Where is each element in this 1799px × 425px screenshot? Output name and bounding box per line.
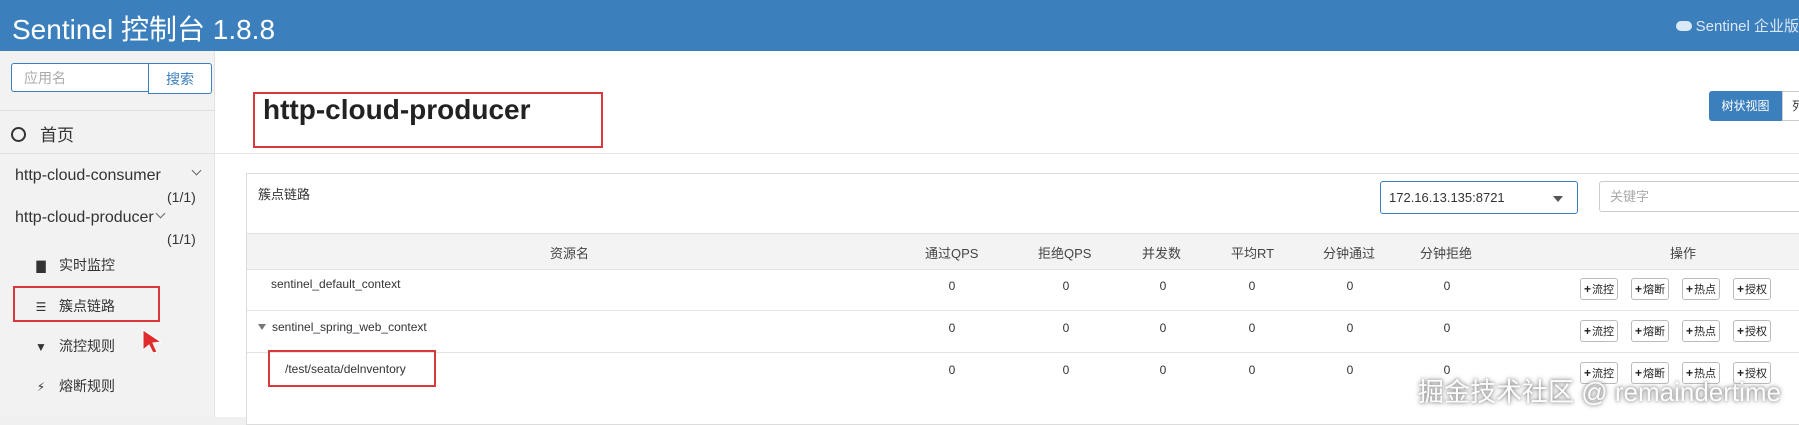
- pass-qps-value: 0: [948, 363, 956, 377]
- block-qps-value: 0: [1062, 321, 1070, 335]
- sidebar-item-home[interactable]: 首页: [11, 121, 74, 146]
- row-divider: [247, 310, 1799, 311]
- table-header: [247, 233, 1799, 270]
- enterprise-label: Sentinel 企业版: [1695, 18, 1799, 35]
- action-label: 流控: [1592, 284, 1615, 296]
- minute-pass-value: 0: [1346, 363, 1354, 377]
- avg-rt-value: 0: [1248, 363, 1256, 377]
- highlight-box: [253, 92, 603, 148]
- app-machine-count: (1/1): [167, 231, 196, 247]
- concurrency-value: 0: [1159, 321, 1167, 335]
- degrade-rule-button[interactable]: +熔断: [1631, 278, 1670, 300]
- col-block-qps: 拒绝QPS: [1038, 246, 1092, 261]
- top-bar: Sentinel 控制台 1.8.8 Sentinel 企业版: [0, 0, 1799, 51]
- sidebar-divider: [0, 110, 214, 111]
- bolt-icon: ⚡: [36, 380, 46, 394]
- concurrency-value: 0: [1159, 279, 1167, 293]
- sidebar-item-degrade-rules[interactable]: ⚡ 熔断规则: [35, 376, 115, 396]
- col-pass-qps: 通过QPS: [925, 246, 979, 261]
- minute-block-value: 0: [1443, 321, 1451, 335]
- resource-name: sentinel_default_context: [271, 277, 401, 291]
- col-minute-pass: 分钟通过: [1323, 246, 1376, 261]
- keyword-input[interactable]: [1599, 181, 1799, 212]
- authority-rule-button[interactable]: +授权: [1733, 320, 1772, 342]
- sidebar-app-consumer[interactable]: http-cloud-consumer: [15, 167, 161, 185]
- sidebar-item-flow-rules[interactable]: ▼ 流控规则: [35, 336, 115, 356]
- minute-pass-value: 0: [1346, 321, 1354, 335]
- app-search: 搜索: [11, 63, 212, 94]
- action-label: 授权: [1745, 326, 1768, 338]
- sidebar-item-realtime-monitor[interactable]: ▇ 实时监控: [35, 255, 115, 275]
- panel-title: 簇点链路: [258, 187, 311, 202]
- row-divider: [247, 352, 1799, 353]
- menu-label: 流控规则: [59, 338, 115, 354]
- list-view-button[interactable]: 列: [1782, 91, 1799, 121]
- col-concurrency: 并发数: [1142, 246, 1182, 261]
- avg-rt-value: 0: [1248, 279, 1256, 293]
- search-button[interactable]: 搜索: [148, 63, 212, 94]
- col-avg-rt: 平均RT: [1231, 246, 1275, 261]
- tree-view-button[interactable]: 树状视图: [1709, 91, 1782, 121]
- col-resource-name: 资源名: [550, 246, 590, 261]
- authority-rule-button[interactable]: +授权: [1733, 278, 1772, 300]
- caret-down-icon[interactable]: [258, 323, 266, 330]
- highlight-box: [13, 286, 160, 322]
- filter-icon: ▼: [35, 340, 47, 354]
- action-label: 熔断: [1643, 326, 1666, 338]
- menu-label: 实时监控: [59, 257, 115, 273]
- col-minute-block: 分钟拒绝: [1420, 246, 1473, 261]
- flow-rule-button[interactable]: +流控: [1580, 320, 1619, 342]
- col-actions: 操作: [1670, 246, 1697, 261]
- header-divider: [215, 153, 1799, 154]
- caret-down-icon: [1553, 196, 1563, 202]
- sidebar-app-producer[interactable]: http-cloud-producer: [15, 209, 154, 227]
- home-label: 首页: [40, 126, 74, 145]
- minute-pass-value: 0: [1346, 279, 1354, 293]
- concurrency-value: 0: [1159, 363, 1167, 377]
- cursor-arrow-icon: [142, 329, 163, 354]
- app-machine-count: (1/1): [167, 189, 196, 205]
- resource-name[interactable]: sentinel_spring_web_context: [258, 320, 427, 334]
- degrade-rule-button[interactable]: +熔断: [1631, 320, 1670, 342]
- action-label: 熔断: [1643, 284, 1666, 296]
- action-label: 流控: [1592, 326, 1615, 338]
- highlight-box: [268, 350, 436, 387]
- avg-rt-value: 0: [1248, 321, 1256, 335]
- machine-select[interactable]: 172.16.13.135:8721: [1380, 181, 1578, 214]
- app-search-input[interactable]: [11, 63, 148, 92]
- dashboard-icon: [11, 127, 26, 143]
- sidebar-divider: [0, 153, 214, 154]
- watermark: 掘金技术社区 @ remaindertime: [1418, 377, 1782, 407]
- cloud-icon: [1675, 21, 1692, 32]
- block-qps-value: 0: [1062, 363, 1070, 377]
- minute-block-value: 0: [1443, 279, 1451, 293]
- flow-rule-button[interactable]: +流控: [1580, 278, 1619, 300]
- block-qps-value: 0: [1062, 279, 1070, 293]
- enterprise-link[interactable]: Sentinel 企业版: [1675, 15, 1799, 36]
- action-label: 热点: [1694, 284, 1717, 296]
- action-label: 热点: [1694, 326, 1717, 338]
- bar-chart-icon: ▇: [36, 259, 46, 273]
- hotspot-rule-button[interactable]: +热点: [1682, 278, 1721, 300]
- hotspot-rule-button[interactable]: +热点: [1682, 320, 1721, 342]
- pass-qps-value: 0: [948, 279, 956, 293]
- machine-select-value: 172.16.13.135:8721: [1389, 190, 1505, 205]
- pass-qps-value: 0: [948, 321, 956, 335]
- action-label: 授权: [1745, 284, 1768, 296]
- app-title[interactable]: Sentinel 控制台 1.8.8: [12, 8, 275, 48]
- menu-label: 熔断规则: [59, 378, 115, 394]
- resource-name-label: sentinel_spring_web_context: [272, 320, 427, 334]
